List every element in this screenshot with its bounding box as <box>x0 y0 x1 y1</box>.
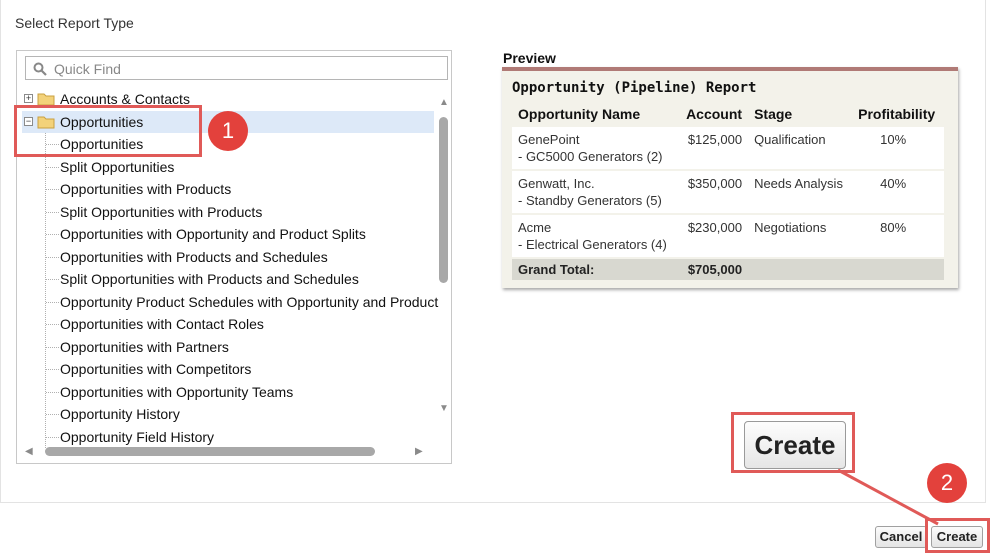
tree-item-label: Opportunities with Partners <box>60 338 229 355</box>
tree-guide-line <box>45 121 46 448</box>
tree-branch-line <box>46 166 59 168</box>
preview-data-row: Acme - Electrical Generators (4) $230,000 N… <box>512 213 944 258</box>
tree-item-label: Opportunities with Opportunity and Produ… <box>60 226 366 242</box>
preview-table: Opportunity Name Account Stage Profitabi… <box>512 103 944 280</box>
report-type-panel: Select Report Type Quick Find + Accounts … <box>0 0 986 503</box>
opportunity-name-cell: Genwatt, Inc. - Standby Generators (5) <box>512 169 678 214</box>
column-header: Account <box>677 103 749 126</box>
scroll-left-icon[interactable]: ◀ <box>25 446 33 457</box>
tree-branch-line <box>46 234 59 235</box>
tree-branch-line <box>46 346 59 348</box>
folder-icon <box>37 93 55 106</box>
column-header: Stage <box>748 103 853 126</box>
opportunities-folder-highlight <box>14 105 202 157</box>
expand-icon[interactable]: + <box>24 94 33 103</box>
stage-cell: Qualification <box>748 125 853 170</box>
empty-cell <box>852 257 944 280</box>
tree-branch-line <box>46 391 59 393</box>
horizontal-scrollbar[interactable]: ◀ ▶ <box>17 441 451 463</box>
tree-branch-line <box>46 256 59 258</box>
quick-find-placeholder: Quick Find <box>54 61 121 77</box>
tree-branch-line <box>46 189 59 190</box>
tree-item-label: Split Opportunities with Products <box>60 203 263 220</box>
cancel-button[interactable]: Cancel <box>875 526 927 548</box>
tree-branch-line <box>46 301 59 303</box>
account-cell: $230,000 <box>677 213 749 258</box>
empty-cell <box>748 257 853 280</box>
tree-branch-line <box>46 211 59 213</box>
search-icon <box>33 62 47 76</box>
stage-cell: Negotiations <box>748 213 853 258</box>
tree-item-label: Opportunities with Competitors <box>60 361 252 377</box>
tree-item-label: Opportunity Product Schedules with Oppor… <box>60 293 439 310</box>
create-button-small-highlight <box>925 518 990 553</box>
tree-item-label: Split Opportunities with Products and Sc… <box>60 271 359 287</box>
profitability-cell: 40% <box>852 169 944 214</box>
preview-card: Opportunity (Pipeline) Report Opportunit… <box>502 67 958 288</box>
grand-total-row: Grand Total: $705,000 <box>512 257 944 280</box>
scroll-down-icon[interactable]: ▼ <box>439 403 449 414</box>
account-cell: $125,000 <box>677 125 749 170</box>
preview-heading: Preview <box>503 50 556 66</box>
preview-data-row: GenePoint - GC5000 Generators (2) $125,000… <box>512 125 944 170</box>
opportunity-name-cell: Acme - Electrical Generators (4) <box>512 213 678 258</box>
vertical-scrollbar[interactable]: ▲ ▼ <box>437 95 451 440</box>
profitability-cell: 80% <box>852 213 944 258</box>
preview-header-row: Opportunity Name Account Stage Profitabi… <box>512 103 944 126</box>
tree-item-label: Opportunities with Products <box>60 181 232 197</box>
tree-branch-line <box>46 324 59 325</box>
page-title: Select Report Type <box>15 15 134 31</box>
tree-item-label: Opportunity History <box>60 406 180 422</box>
tree-branch-line <box>46 279 59 280</box>
preview-report-title: Opportunity (Pipeline) Report <box>512 80 757 96</box>
vertical-scroll-thumb[interactable] <box>439 117 448 283</box>
grand-total-label: Grand Total: <box>512 257 678 280</box>
tree-item-label: Split Opportunities <box>60 158 175 175</box>
scroll-right-icon[interactable]: ▶ <box>415 446 423 457</box>
tree-item-label: Opportunities with Products and Schedule… <box>60 248 328 265</box>
profitability-cell: 10% <box>852 125 944 170</box>
create-button-zoomed[interactable]: Create <box>744 421 846 469</box>
tree-item-label: Opportunities with Contact Roles <box>60 316 264 332</box>
scroll-up-icon[interactable]: ▲ <box>439 97 449 108</box>
quick-find-input[interactable]: Quick Find <box>25 56 448 80</box>
tree-branch-line <box>46 436 59 438</box>
step-2-badge: 2 <box>927 463 967 503</box>
tree-item-label: Opportunities with Opportunity Teams <box>60 383 294 400</box>
preview-data-row: Genwatt, Inc. - Standby Generators (5) $35… <box>512 169 944 214</box>
opportunity-name-cell: GenePoint - GC5000 Generators (2) <box>512 125 678 170</box>
column-header: Opportunity Name <box>512 103 678 126</box>
column-header: Profitability <box>852 103 944 126</box>
horizontal-scroll-thumb[interactable] <box>45 447 375 456</box>
grand-total-value: $705,000 <box>677 257 749 280</box>
tree-branch-line <box>46 414 59 415</box>
account-cell: $350,000 <box>677 169 749 214</box>
step-1-badge: 1 <box>208 111 248 151</box>
stage-cell: Needs Analysis <box>748 169 853 214</box>
tree-branch-line <box>46 369 59 370</box>
